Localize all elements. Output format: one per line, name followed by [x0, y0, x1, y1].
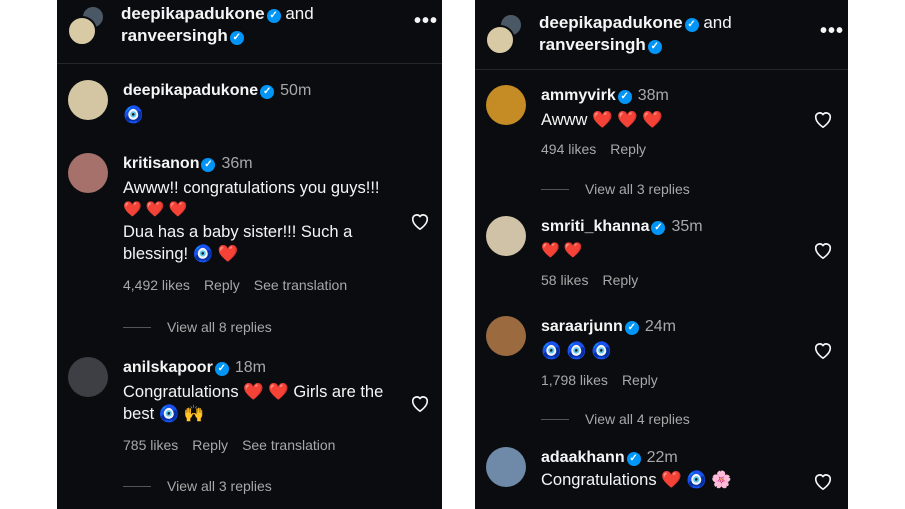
- comment-actions: 58 likes Reply: [541, 272, 652, 288]
- view-replies-link[interactable]: View all 4 replies: [541, 411, 690, 427]
- like-heart-icon[interactable]: [812, 240, 834, 260]
- post-coauthor-line: ranveersingh ✓: [539, 35, 662, 55]
- avatar[interactable]: [68, 153, 108, 193]
- comment-header: saraarjunn ✓ 24m: [541, 318, 676, 336]
- timestamp: 35m: [671, 218, 703, 235]
- verified-icon: ✓: [229, 31, 244, 45]
- comment-text: Congratulations ❤️ 🧿 🌸: [541, 471, 732, 489]
- and-text: and: [703, 13, 732, 32]
- verified-icon: ✓: [266, 9, 281, 23]
- comment-header: anilskapoor ✓ 18m: [123, 359, 266, 377]
- likes-count[interactable]: 58 likes: [541, 272, 588, 288]
- view-replies-link[interactable]: View all 3 replies: [123, 478, 272, 494]
- timestamp: 22m: [646, 449, 678, 466]
- likes-count[interactable]: 785 likes: [123, 437, 178, 453]
- like-heart-icon[interactable]: [409, 211, 431, 231]
- like-heart-icon[interactable]: [812, 471, 834, 491]
- like-heart-icon[interactable]: [812, 109, 834, 129]
- timestamp: 24m: [644, 318, 676, 335]
- username-link[interactable]: smriti_khanna: [541, 218, 649, 235]
- verified-icon: ✓: [260, 85, 275, 99]
- avatar[interactable]: [68, 80, 108, 120]
- likes-count[interactable]: 494 likes: [541, 141, 596, 157]
- caption-text: 🧿: [123, 106, 144, 124]
- comment-text: ❤️ ❤️ ❤️: [123, 201, 188, 218]
- comments-panel-right: deepikapadukone ✓ and ranveersingh ✓ ••• a…: [475, 0, 848, 509]
- reply-button[interactable]: Reply: [204, 277, 240, 293]
- comment-text: Congratulations ❤️ ❤️ Girls are the: [123, 383, 384, 401]
- comment-header: smriti_khanna ✓ 35m: [541, 218, 703, 236]
- comment-text: ❤️ ❤️: [541, 242, 583, 259]
- post-header: deepikapadukone ✓ and ranveersingh ✓ •••: [57, 0, 442, 64]
- post-author-line: deepikapadukone ✓ and: [539, 13, 732, 33]
- like-heart-icon[interactable]: [812, 340, 834, 360]
- comment-text: blessing! 🧿 ❤️: [123, 245, 239, 263]
- comment-text: best 🧿 🙌: [123, 405, 205, 423]
- see-translation-link[interactable]: See translation: [254, 277, 347, 293]
- comment-header: ammyvirk ✓ 38m: [541, 87, 669, 105]
- post-coauthor-line: ranveersingh ✓: [121, 26, 244, 46]
- username-link[interactable]: anilskapoor: [123, 359, 213, 376]
- username-link[interactable]: adaakhann: [541, 449, 625, 466]
- timestamp: 36m: [221, 155, 253, 172]
- reply-button[interactable]: Reply: [610, 141, 646, 157]
- verified-icon: ✓: [201, 158, 216, 172]
- caption-header: deepikapadukone ✓ 50m: [123, 82, 311, 100]
- username-link[interactable]: ranveersingh: [121, 26, 228, 45]
- like-heart-icon[interactable]: [409, 393, 431, 413]
- post-header: deepikapadukone ✓ and ranveersingh ✓ •••: [475, 0, 848, 70]
- reply-button[interactable]: Reply: [622, 372, 658, 388]
- view-replies-link[interactable]: View all 8 replies: [123, 319, 272, 335]
- more-options-button[interactable]: •••: [820, 20, 844, 43]
- comment-actions: 1,798 likes Reply: [541, 372, 672, 388]
- timestamp: 38m: [637, 87, 669, 104]
- comment-text: Awww!! congratulations you guys!!!: [123, 179, 380, 197]
- avatar[interactable]: [486, 447, 526, 487]
- username-link[interactable]: deepikapadukone: [121, 4, 265, 23]
- collab-avatars[interactable]: [485, 5, 523, 55]
- likes-count[interactable]: 1,798 likes: [541, 372, 608, 388]
- reply-button[interactable]: Reply: [192, 437, 228, 453]
- comment-actions: 785 likes Reply See translation: [123, 437, 349, 453]
- username-link[interactable]: kritisanon: [123, 155, 199, 172]
- comment-text: 🧿 🧿 🧿: [541, 342, 612, 360]
- comments-panel-left: deepikapadukone ✓ and ranveersingh ✓ ••• d…: [57, 0, 442, 509]
- verified-icon: ✓: [647, 40, 662, 54]
- verified-icon: ✓: [624, 321, 639, 335]
- verified-icon: ✓: [626, 452, 641, 466]
- avatar[interactable]: [486, 316, 526, 356]
- comment-header: kritisanon ✓ 36m: [123, 155, 253, 173]
- avatar: [485, 25, 515, 55]
- timestamp: 18m: [234, 359, 266, 376]
- verified-icon: ✓: [617, 90, 632, 104]
- likes-count[interactable]: 4,492 likes: [123, 277, 190, 293]
- post-author-line: deepikapadukone ✓ and: [121, 4, 314, 24]
- username-link[interactable]: deepikapadukone: [539, 13, 683, 32]
- comment-actions: 4,492 likes Reply See translation: [123, 277, 361, 293]
- comment-text: Dua has a baby sister!!! Such a: [123, 223, 353, 241]
- comment-header: adaakhann ✓ 22m: [541, 449, 678, 467]
- timestamp: 50m: [280, 82, 312, 99]
- avatar[interactable]: [486, 216, 526, 256]
- see-translation-link[interactable]: See translation: [242, 437, 335, 453]
- verified-icon: ✓: [214, 362, 229, 376]
- avatar: [67, 16, 97, 46]
- avatar[interactable]: [68, 357, 108, 397]
- comment-text: Awww ❤️ ❤️ ❤️: [541, 111, 663, 129]
- verified-icon: ✓: [684, 18, 699, 32]
- avatar[interactable]: [486, 85, 526, 125]
- collab-avatars[interactable]: [67, 5, 105, 47]
- username-link[interactable]: deepikapadukone: [123, 82, 258, 99]
- and-text: and: [285, 4, 314, 23]
- view-replies-link[interactable]: View all 3 replies: [541, 181, 690, 197]
- comment-actions: 494 likes Reply: [541, 141, 660, 157]
- username-link[interactable]: saraarjunn: [541, 318, 623, 335]
- reply-button[interactable]: Reply: [602, 272, 638, 288]
- username-link[interactable]: ranveersingh: [539, 35, 646, 54]
- username-link[interactable]: ammyvirk: [541, 87, 616, 104]
- more-options-button[interactable]: •••: [414, 10, 438, 33]
- verified-icon: ✓: [651, 221, 666, 235]
